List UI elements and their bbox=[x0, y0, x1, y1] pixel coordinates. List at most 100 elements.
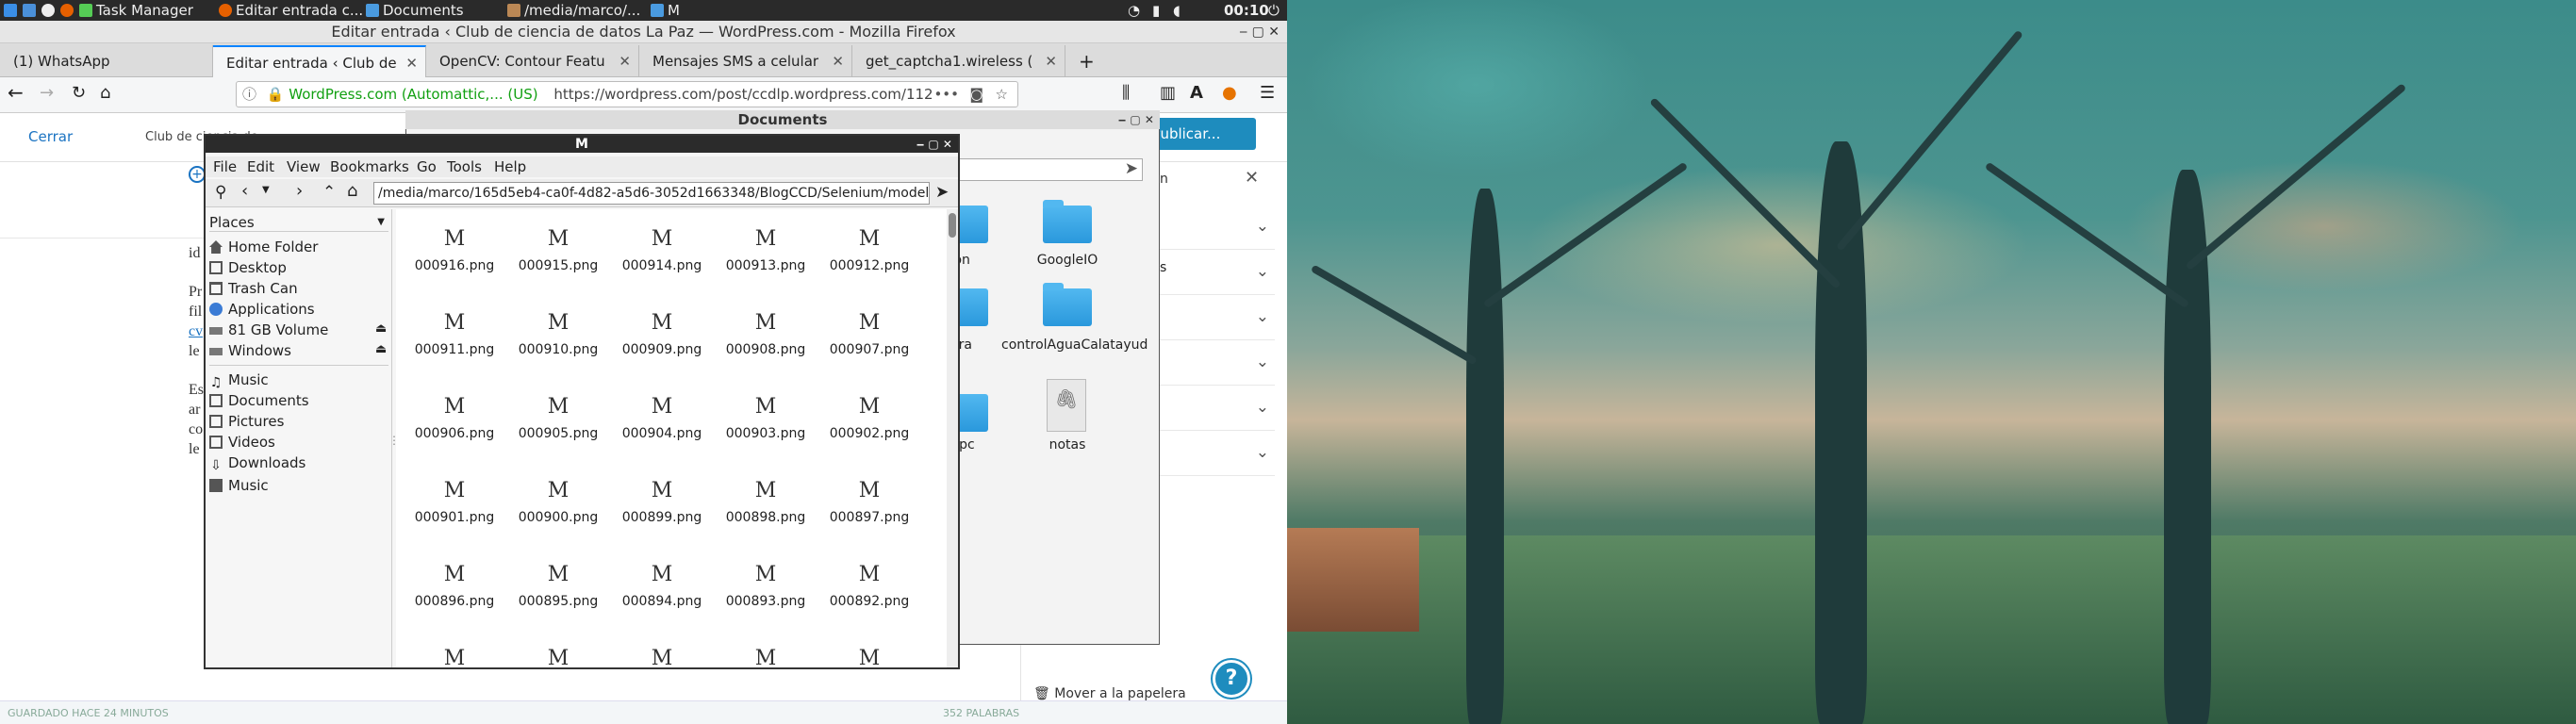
taskbar-item-documents[interactable]: Documents bbox=[366, 0, 464, 21]
file-item[interactable]: M 000901.png bbox=[407, 472, 502, 525]
file-item[interactable]: M 000910.png bbox=[511, 304, 605, 357]
history-dropdown-icon[interactable]: ▼ bbox=[262, 185, 270, 195]
file-item[interactable]: M 000905.png bbox=[511, 388, 605, 441]
url-bar[interactable]: ⓘ 🔒 WordPress.com (Automattic,... (US) h… bbox=[236, 81, 1018, 107]
place-music-folder[interactable]: Music bbox=[209, 475, 269, 496]
taskbar-item-media[interactable]: /media/marco/... bbox=[507, 0, 640, 21]
menu-edit[interactable]: Edit bbox=[247, 156, 274, 177]
file-item[interactable]: M 000898.png bbox=[718, 472, 813, 525]
close-editor-button[interactable]: Cerrar bbox=[28, 128, 73, 145]
menu-go[interactable]: Go bbox=[417, 156, 437, 177]
menu-tools[interactable]: Tools bbox=[447, 156, 482, 177]
eject-icon[interactable]: ⏏ bbox=[375, 321, 387, 336]
firefox-launcher-icon[interactable] bbox=[60, 0, 77, 21]
reader-icon[interactable]: A bbox=[1190, 83, 1203, 103]
file-item[interactable]: M bbox=[511, 640, 605, 667]
documents-path-bar[interactable]: ➤ bbox=[952, 158, 1143, 181]
scrollbar-thumb[interactable] bbox=[949, 213, 956, 238]
window-controls[interactable]: ‒ ▢ ✕ bbox=[916, 136, 952, 153]
file-item[interactable]: M 000915.png bbox=[511, 221, 605, 273]
back-button[interactable]: ← bbox=[8, 81, 24, 104]
bookmark-star-icon[interactable]: ☆ bbox=[996, 82, 1008, 107]
wifi-icon[interactable]: ◔ bbox=[1128, 0, 1140, 21]
file-item[interactable]: M 000897.png bbox=[822, 472, 916, 525]
hamburger-menu-icon[interactable]: ☰ bbox=[1260, 83, 1275, 103]
move-to-trash-button[interactable]: 🗑 Mover a la papelera bbox=[1033, 686, 1186, 701]
file-item[interactable]: M 000902.png bbox=[822, 388, 916, 441]
extension-icon[interactable]: ● bbox=[1222, 83, 1237, 103]
place-trash-can[interactable]: Trash Can bbox=[209, 278, 298, 299]
tab-whatsapp[interactable]: (1) WhatsApp bbox=[0, 45, 213, 77]
reload-button[interactable]: ↻ bbox=[72, 83, 86, 103]
place-music[interactable]: ♫ Music bbox=[209, 370, 269, 390]
close-tab-icon[interactable]: ✕ bbox=[405, 47, 418, 77]
places-selector[interactable]: Places ▼ bbox=[209, 213, 388, 232]
place-desktop[interactable]: Desktop bbox=[209, 257, 287, 278]
help-button[interactable]: ? bbox=[1213, 660, 1250, 698]
file-item[interactable]: M 000916.png bbox=[407, 221, 502, 273]
sidebar-icon[interactable]: ▥ bbox=[1160, 83, 1176, 103]
location-bar[interactable]: /media/marco/165d5eb4-ca0f-4d82-a5d6-305… bbox=[373, 182, 930, 205]
place-videos[interactable]: Videos bbox=[209, 432, 275, 452]
taskbar-item-task-manager[interactable]: Task Manager bbox=[79, 0, 193, 21]
info-icon[interactable]: ⓘ bbox=[242, 86, 256, 103]
home-button[interactable]: ⌂ bbox=[100, 83, 110, 103]
file-item[interactable]: M 000912.png bbox=[822, 221, 916, 273]
eject-icon[interactable]: ⏏ bbox=[375, 342, 387, 356]
go-arrow-icon[interactable]: ➤ bbox=[935, 183, 949, 202]
file-item[interactable]: M 000911.png bbox=[407, 304, 502, 357]
window-controls[interactable]: ‒ ▢ ✕ bbox=[1118, 110, 1154, 129]
text-file-icon[interactable]: 🖇 bbox=[1047, 379, 1086, 432]
file-grid-scrollbar[interactable] bbox=[947, 209, 958, 667]
home-button[interactable]: ⌂ bbox=[347, 181, 357, 201]
up-button[interactable]: ⌃ bbox=[322, 183, 336, 202]
file-item[interactable]: M 000914.png bbox=[615, 221, 709, 273]
menu-help[interactable]: Help bbox=[494, 156, 526, 177]
file-item[interactable]: M 000908.png bbox=[718, 304, 813, 357]
tab-opencv[interactable]: OpenCV: Contour Featu ✕ bbox=[426, 45, 639, 77]
file-item[interactable]: M 000896.png bbox=[407, 556, 502, 609]
file-item[interactable]: M bbox=[407, 640, 502, 667]
place-home-folder[interactable]: Home Folder bbox=[209, 237, 318, 257]
place-downloads[interactable]: ⇩ Downloads bbox=[209, 452, 305, 473]
menu-file[interactable]: File bbox=[213, 156, 237, 177]
tab-sms[interactable]: Mensajes SMS a celular ✕ bbox=[639, 45, 852, 77]
file-item[interactable]: M 000894.png bbox=[615, 556, 709, 609]
file-item[interactable]: M bbox=[822, 640, 916, 667]
place-applications[interactable]: Applications bbox=[209, 299, 315, 320]
forward-button[interactable]: → bbox=[40, 83, 54, 103]
file-item[interactable]: M 000907.png bbox=[822, 304, 916, 357]
close-sidebar-icon[interactable]: ✕ bbox=[1245, 168, 1259, 188]
menu-icon[interactable] bbox=[4, 0, 21, 21]
battery-icon[interactable]: ▮ bbox=[1152, 0, 1160, 21]
power-icon[interactable]: ⏻ bbox=[1268, 0, 1280, 21]
files-icon[interactable] bbox=[23, 0, 40, 21]
settings-icon[interactable] bbox=[41, 0, 58, 21]
new-tab-button[interactable]: + bbox=[1065, 45, 1103, 77]
taskbar-item-firefox[interactable]: Editar entrada c... bbox=[219, 0, 363, 21]
forward-button[interactable]: › bbox=[296, 181, 303, 201]
folder-icon[interactable] bbox=[1043, 200, 1092, 243]
close-tab-icon[interactable]: ✕ bbox=[832, 45, 844, 77]
tab-captcha[interactable]: get_captcha1.wireless (✕ bbox=[852, 45, 1065, 77]
body-link-fragment[interactable]: cv bbox=[189, 321, 204, 341]
go-arrow-icon[interactable]: ➤ bbox=[1125, 159, 1138, 178]
file-item[interactable]: M 000906.png bbox=[407, 388, 502, 441]
file-item[interactable]: M bbox=[718, 640, 813, 667]
file-item[interactable]: M 000903.png bbox=[718, 388, 813, 441]
clock[interactable]: 00:10 bbox=[1224, 0, 1269, 21]
place-documents[interactable]: Documents bbox=[209, 390, 309, 411]
post-body[interactable]: id Pr fil cv le Es ar co le bbox=[189, 243, 204, 459]
file-item[interactable]: M 000913.png bbox=[718, 221, 813, 273]
folder-icon[interactable] bbox=[1043, 283, 1092, 326]
close-tab-icon[interactable]: ✕ bbox=[619, 45, 631, 77]
place-windows[interactable]: Windows bbox=[209, 340, 291, 361]
file-item[interactable]: M 000892.png bbox=[822, 556, 916, 609]
library-icon[interactable]: ⫼ bbox=[1122, 83, 1130, 103]
pocket-icon[interactable]: ◙ bbox=[969, 82, 983, 107]
file-item[interactable]: M bbox=[615, 640, 709, 667]
place-pictures[interactable]: Pictures bbox=[209, 411, 284, 432]
menu-bookmarks[interactable]: Bookmarks bbox=[330, 156, 409, 177]
place-81gb-volume[interactable]: 81 GB Volume bbox=[209, 320, 328, 340]
window-controls[interactable]: ‒ ▢ ✕ bbox=[1239, 21, 1280, 43]
